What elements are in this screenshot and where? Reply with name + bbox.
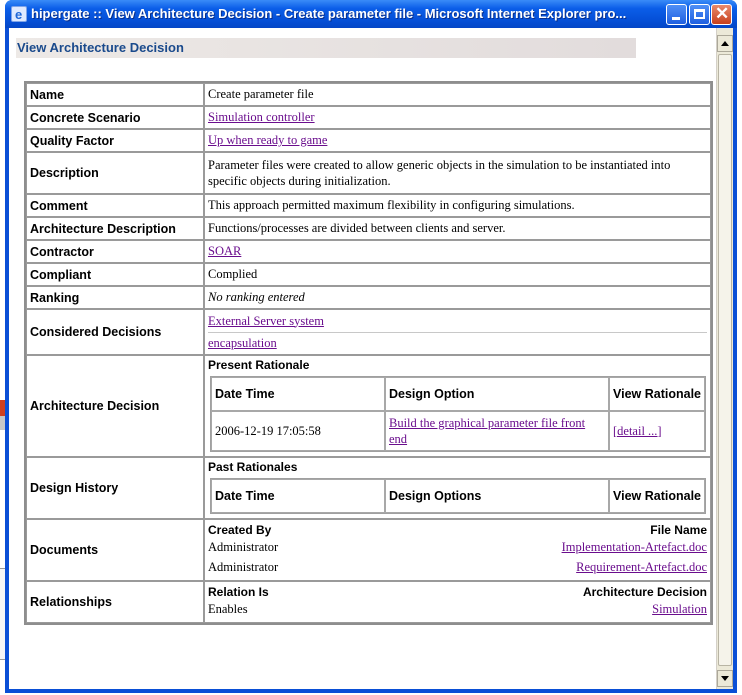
- list-item: Administrator Implementation-Artefact.do…: [208, 537, 707, 557]
- table-row: Compliant Complied: [26, 263, 711, 286]
- ranking-value: No ranking entered: [204, 286, 711, 309]
- field-label: Name: [26, 83, 204, 106]
- file-name-header: File Name: [650, 523, 707, 537]
- name-value: Create parameter file: [204, 83, 711, 106]
- table-row: Documents Created By File Name Administr…: [26, 519, 711, 581]
- table-row: Considered Decisions External Server sys…: [26, 309, 711, 355]
- table-row: Ranking No ranking entered: [26, 286, 711, 309]
- page-content: View Architecture Decision Name Create p…: [9, 28, 733, 689]
- architecture-description-value: Functions/processes are divided between …: [204, 217, 711, 240]
- table-row: Relationships Relation Is Architecture D…: [26, 581, 711, 623]
- close-button[interactable]: ✕: [711, 4, 732, 25]
- column-header-view-rationale: View Rationale: [609, 479, 705, 513]
- table-row: Design History Past Rationales Date Time…: [26, 457, 711, 519]
- field-label: Architecture Decision: [26, 355, 204, 457]
- scroll-thumb[interactable]: [718, 54, 732, 666]
- relation-type: Enables: [208, 602, 248, 616]
- maximize-button[interactable]: [689, 4, 710, 25]
- field-label: Compliant: [26, 263, 204, 286]
- decision-details-table: Name Create parameter file Concrete Scen…: [24, 81, 713, 625]
- table-row: Description Parameter files were created…: [26, 152, 711, 194]
- field-label: Architecture Description: [26, 217, 204, 240]
- minimize-button[interactable]: [666, 4, 687, 25]
- table-row: 2006-12-19 17:05:58 Build the graphical …: [211, 411, 705, 451]
- present-rationale-table: Date Time Design Option View Rationale 2…: [210, 376, 706, 452]
- table-row: Contractor SOAR: [26, 240, 711, 263]
- document-created-by: Administrator: [208, 560, 279, 574]
- arrow-down-icon: [721, 676, 729, 681]
- considered-decision-link[interactable]: External Server system: [208, 314, 324, 328]
- scroll-up-button[interactable]: [717, 35, 733, 52]
- table-row: Quality Factor Up when ready to game: [26, 129, 711, 152]
- arrow-up-icon: [721, 41, 729, 46]
- scroll-down-button[interactable]: [717, 670, 733, 687]
- past-rationales-table: Date Time Design Options View Rationale: [210, 478, 706, 514]
- compliant-value: Complied: [204, 263, 711, 286]
- past-rationales-heading: Past Rationales: [208, 460, 298, 474]
- field-label: Considered Decisions: [26, 309, 204, 355]
- column-header-view-rationale: View Rationale: [609, 377, 705, 411]
- table-row: Architecture Decision Present Rationale …: [26, 355, 711, 457]
- field-label: Contractor: [26, 240, 204, 263]
- field-label: Quality Factor: [26, 129, 204, 152]
- comment-value: This approach permitted maximum flexibil…: [204, 194, 711, 217]
- field-label: Ranking: [26, 286, 204, 309]
- list-item: Enables Simulation: [208, 599, 707, 619]
- browser-window: e hipergate :: View Architecture Decisio…: [5, 0, 737, 693]
- maximize-icon: [694, 9, 705, 19]
- contractor-link[interactable]: SOAR: [208, 244, 241, 258]
- document-created-by: Administrator: [208, 540, 279, 554]
- detail-link[interactable]: [detail ...]: [613, 424, 662, 438]
- rationale-date-time: 2006-12-19 17:05:58: [211, 411, 385, 451]
- architecture-decision-header: Architecture Decision: [582, 585, 707, 599]
- table-row: Date Time Design Option View Rationale: [211, 377, 705, 411]
- design-option-link[interactable]: Build the graphical parameter file front…: [389, 416, 585, 446]
- field-label: Documents: [26, 519, 204, 581]
- created-by-header: Created By: [208, 523, 272, 537]
- column-header-design-option: Design Option: [385, 377, 609, 411]
- concrete-scenario-link[interactable]: Simulation controller: [208, 110, 315, 124]
- vertical-scrollbar[interactable]: [716, 28, 733, 689]
- document-file-link[interactable]: Requirement-Artefact.doc: [576, 557, 707, 577]
- column-header-date-time: Date Time: [211, 377, 385, 411]
- column-header-date-time: Date Time: [211, 479, 385, 513]
- relation-is-header: Relation Is: [208, 585, 269, 599]
- list-item: Administrator Requirement-Artefact.doc: [208, 557, 707, 577]
- field-label: Description: [26, 152, 204, 194]
- table-row: Name Create parameter file: [26, 83, 711, 106]
- field-label: Design History: [26, 457, 204, 519]
- related-decision-link[interactable]: Simulation: [652, 599, 707, 619]
- window-title: hipergate :: View Architecture Decision …: [31, 6, 627, 21]
- table-row: Date Time Design Options View Rationale: [211, 479, 705, 513]
- quality-factor-link[interactable]: Up when ready to game: [208, 133, 327, 147]
- page-title: View Architecture Decision: [17, 40, 184, 55]
- minimize-icon: [672, 17, 680, 20]
- close-icon: ✕: [715, 4, 730, 23]
- field-label: Relationships: [26, 581, 204, 623]
- title-bar[interactable]: e hipergate :: View Architecture Decisio…: [5, 0, 737, 28]
- table-row: Comment This approach permitted maximum …: [26, 194, 711, 217]
- field-label: Concrete Scenario: [26, 106, 204, 129]
- considered-decision-link[interactable]: encapsulation: [208, 336, 277, 350]
- document-file-link[interactable]: Implementation-Artefact.doc: [562, 537, 707, 557]
- present-rationale-heading: Present Rationale: [208, 358, 310, 372]
- internet-explorer-icon[interactable]: e: [11, 6, 27, 22]
- table-row: Concrete Scenario Simulation controller: [26, 106, 711, 129]
- description-value: Parameter files were created to allow ge…: [204, 152, 711, 194]
- table-row: Architecture Description Functions/proce…: [26, 217, 711, 240]
- column-header-design-options: Design Options: [385, 479, 609, 513]
- field-label: Comment: [26, 194, 204, 217]
